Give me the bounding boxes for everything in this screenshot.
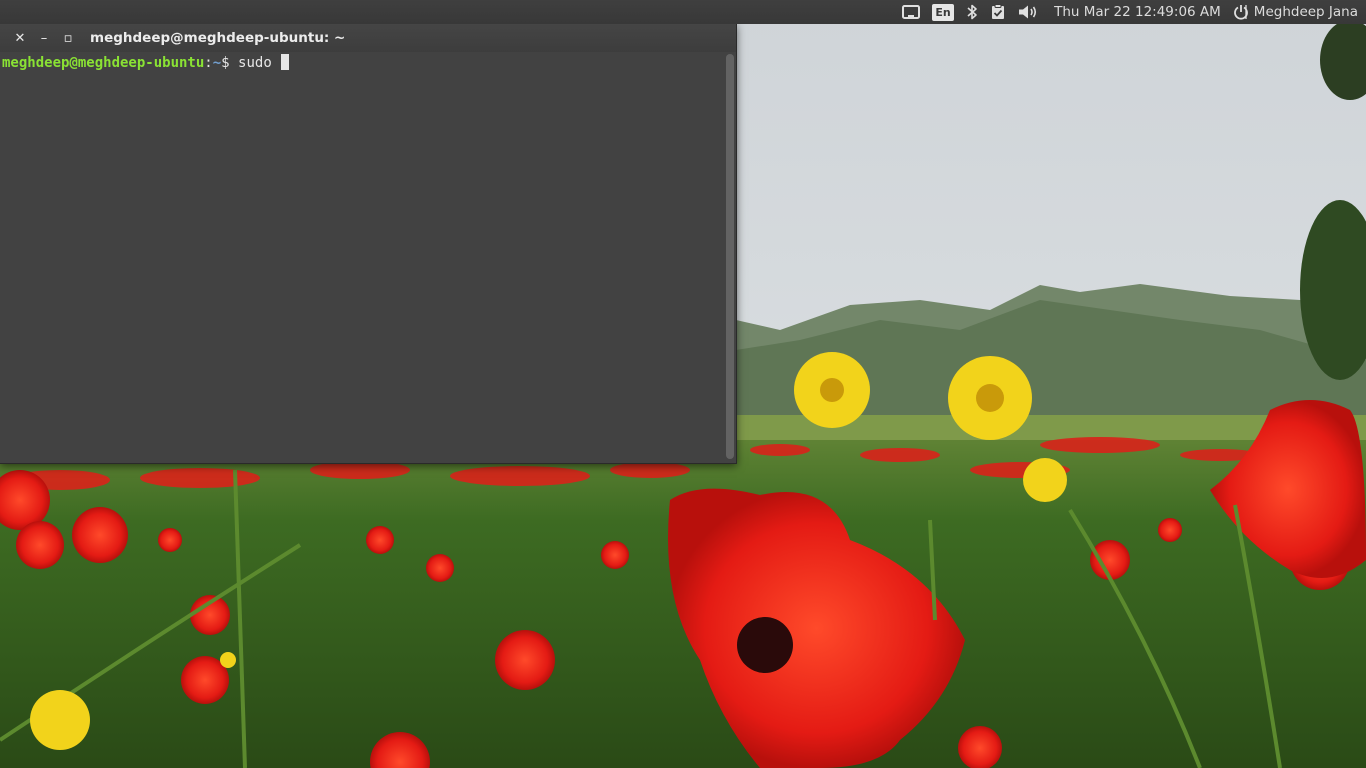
terminal-window[interactable]: ✕ – ▫ meghdeep@meghdeep-ubuntu: ~ meghde… <box>0 24 737 464</box>
minimize-button[interactable]: – <box>32 24 56 52</box>
top-panel: En Thu Mar 22 12:49:06 AM Meghdeep Jana <box>0 0 1366 24</box>
clock[interactable]: Thu Mar 22 12:49:06 AM <box>1046 0 1229 24</box>
bluetooth-icon[interactable] <box>960 0 984 24</box>
keyboard-language-indicator[interactable]: En <box>926 0 960 24</box>
keyboard-language-icon: En <box>932 3 955 21</box>
updates-check-icon[interactable] <box>984 0 1012 24</box>
prompt-user-host: meghdeep@meghdeep-ubuntu <box>2 55 205 71</box>
user-name: Meghdeep Jana <box>1253 4 1358 20</box>
text-cursor <box>281 54 290 70</box>
window-titlebar[interactable]: ✕ – ▫ meghdeep@meghdeep-ubuntu: ~ <box>0 24 736 52</box>
prompt-symbol: $ <box>221 55 230 71</box>
network-icon[interactable] <box>896 0 926 24</box>
prompt-path: ~ <box>212 55 222 71</box>
terminal-output-area[interactable]: meghdeep@meghdeep-ubuntu:~$ sudo <box>0 52 736 463</box>
prompt-separator: : <box>204 55 213 71</box>
minimize-icon: – <box>40 30 48 46</box>
session-menu[interactable]: Meghdeep Jana <box>1229 0 1366 24</box>
power-icon <box>1233 4 1249 20</box>
maximize-icon: ▫ <box>63 30 73 46</box>
typed-command: sudo <box>238 55 281 71</box>
scrollbar-thumb[interactable] <box>726 54 734 459</box>
window-title: meghdeep@meghdeep-ubuntu: ~ <box>90 30 346 46</box>
maximize-button[interactable]: ▫ <box>56 24 80 52</box>
close-icon: ✕ <box>14 30 26 46</box>
volume-icon[interactable] <box>1012 0 1046 24</box>
close-button[interactable]: ✕ <box>8 24 32 52</box>
scrollbar[interactable] <box>726 54 734 459</box>
terminal-prompt-line: meghdeep@meghdeep-ubuntu:~$ sudo <box>2 54 290 72</box>
